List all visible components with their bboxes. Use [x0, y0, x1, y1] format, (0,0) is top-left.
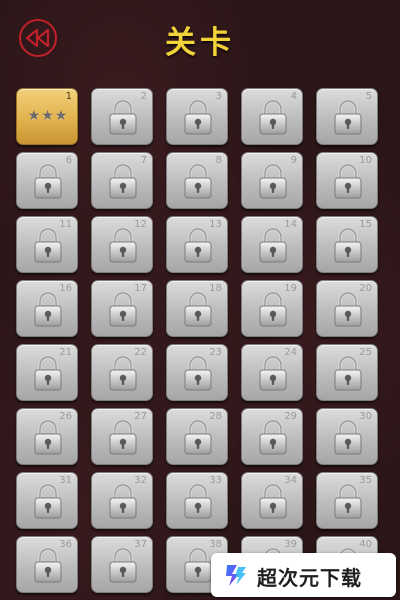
level-tile[interactable]: 8	[166, 152, 228, 209]
padlock-icon	[259, 291, 287, 327]
level-tile[interactable]: 37	[91, 536, 153, 593]
padlock-icon	[184, 355, 212, 391]
level-tile[interactable]: 30	[316, 408, 378, 465]
page-title: 关卡	[165, 25, 235, 61]
level-tile[interactable]: 28	[166, 408, 228, 465]
level-tile[interactable]: 17	[91, 280, 153, 337]
level-tile[interactable]: 23	[166, 344, 228, 401]
level-tile[interactable]: 2	[91, 88, 153, 145]
level-tile[interactable]: 16	[16, 280, 78, 337]
watermark-text: 超次元下载	[257, 566, 362, 590]
level-tile[interactable]: 24	[241, 344, 303, 401]
level-tile[interactable]: 5	[316, 88, 378, 145]
level-tile[interactable]: 14	[241, 216, 303, 273]
padlock-icon	[259, 99, 287, 135]
padlock-icon	[259, 355, 287, 391]
header: 关卡	[0, 0, 400, 80]
padlock-icon	[259, 419, 287, 455]
level-tile[interactable]: 18	[166, 280, 228, 337]
level-tile[interactable]: 6	[16, 152, 78, 209]
padlock-icon	[109, 419, 137, 455]
level-tile[interactable]: 29	[241, 408, 303, 465]
padlock-icon	[184, 419, 212, 455]
padlock-icon	[334, 291, 362, 327]
level-tile[interactable]: 4	[241, 88, 303, 145]
padlock-icon	[184, 227, 212, 263]
level-tile[interactable]: 13	[166, 216, 228, 273]
level-number: 7	[140, 155, 147, 166]
level-tile[interactable]: 7	[91, 152, 153, 209]
level-tile[interactable]: 12	[91, 216, 153, 273]
level-number: 3	[215, 91, 222, 102]
chaoci-logo-icon	[226, 565, 246, 586]
level-tile[interactable]: 10	[316, 152, 378, 209]
level-tile[interactable]: 31	[16, 472, 78, 529]
level-number: 6	[65, 155, 72, 166]
level-tile[interactable]: 20	[316, 280, 378, 337]
level-tile[interactable]: 19	[241, 280, 303, 337]
level-tile[interactable]: 21	[16, 344, 78, 401]
level-tile[interactable]: 36	[16, 536, 78, 593]
padlock-icon	[184, 291, 212, 327]
padlock-icon	[184, 163, 212, 199]
padlock-icon	[109, 483, 137, 519]
level-grid: 1 ★★★ 2 3 4 5 6 7 8 9 10 11 12 13 14 15 …	[16, 88, 390, 600]
padlock-icon	[259, 163, 287, 199]
level-tile[interactable]: 32	[91, 472, 153, 529]
level-tile[interactable]: 27	[91, 408, 153, 465]
level-tile[interactable]: 11	[16, 216, 78, 273]
padlock-icon	[34, 355, 62, 391]
padlock-icon	[34, 419, 62, 455]
level-tile[interactable]: 33	[166, 472, 228, 529]
padlock-icon	[109, 227, 137, 263]
level-number: 8	[215, 155, 222, 166]
padlock-icon	[34, 483, 62, 519]
padlock-icon	[109, 355, 137, 391]
level-number: 1	[65, 91, 72, 102]
level-tile[interactable]: 15	[316, 216, 378, 273]
padlock-icon	[184, 547, 212, 583]
padlock-icon	[34, 291, 62, 327]
level-tile[interactable]: 22	[91, 344, 153, 401]
level-tile[interactable]: 35	[316, 472, 378, 529]
padlock-icon	[109, 291, 137, 327]
level-tile[interactable]: 34	[241, 472, 303, 529]
star-rating: ★★★	[27, 108, 69, 124]
padlock-icon	[184, 99, 212, 135]
padlock-icon	[109, 163, 137, 199]
padlock-icon	[334, 163, 362, 199]
padlock-icon	[334, 99, 362, 135]
padlock-icon	[334, 419, 362, 455]
padlock-icon	[34, 547, 62, 583]
padlock-icon	[334, 355, 362, 391]
padlock-icon	[334, 227, 362, 263]
level-number: 4	[290, 91, 297, 102]
level-number: 9	[290, 155, 297, 166]
level-tile[interactable]: 3	[166, 88, 228, 145]
padlock-icon	[34, 163, 62, 199]
padlock-icon	[109, 99, 137, 135]
padlock-icon	[259, 483, 287, 519]
level-number: 5	[365, 91, 372, 102]
padlock-icon	[184, 483, 212, 519]
level-tile[interactable]: 26	[16, 408, 78, 465]
padlock-icon	[34, 227, 62, 263]
watermark-badge: 超次元下载	[211, 553, 396, 597]
padlock-icon	[334, 483, 362, 519]
padlock-icon	[109, 547, 137, 583]
level-tile[interactable]: 1 ★★★	[16, 88, 78, 145]
padlock-icon	[259, 227, 287, 263]
level-tile[interactable]: 25	[316, 344, 378, 401]
level-tile[interactable]: 9	[241, 152, 303, 209]
level-number: 2	[140, 91, 147, 102]
